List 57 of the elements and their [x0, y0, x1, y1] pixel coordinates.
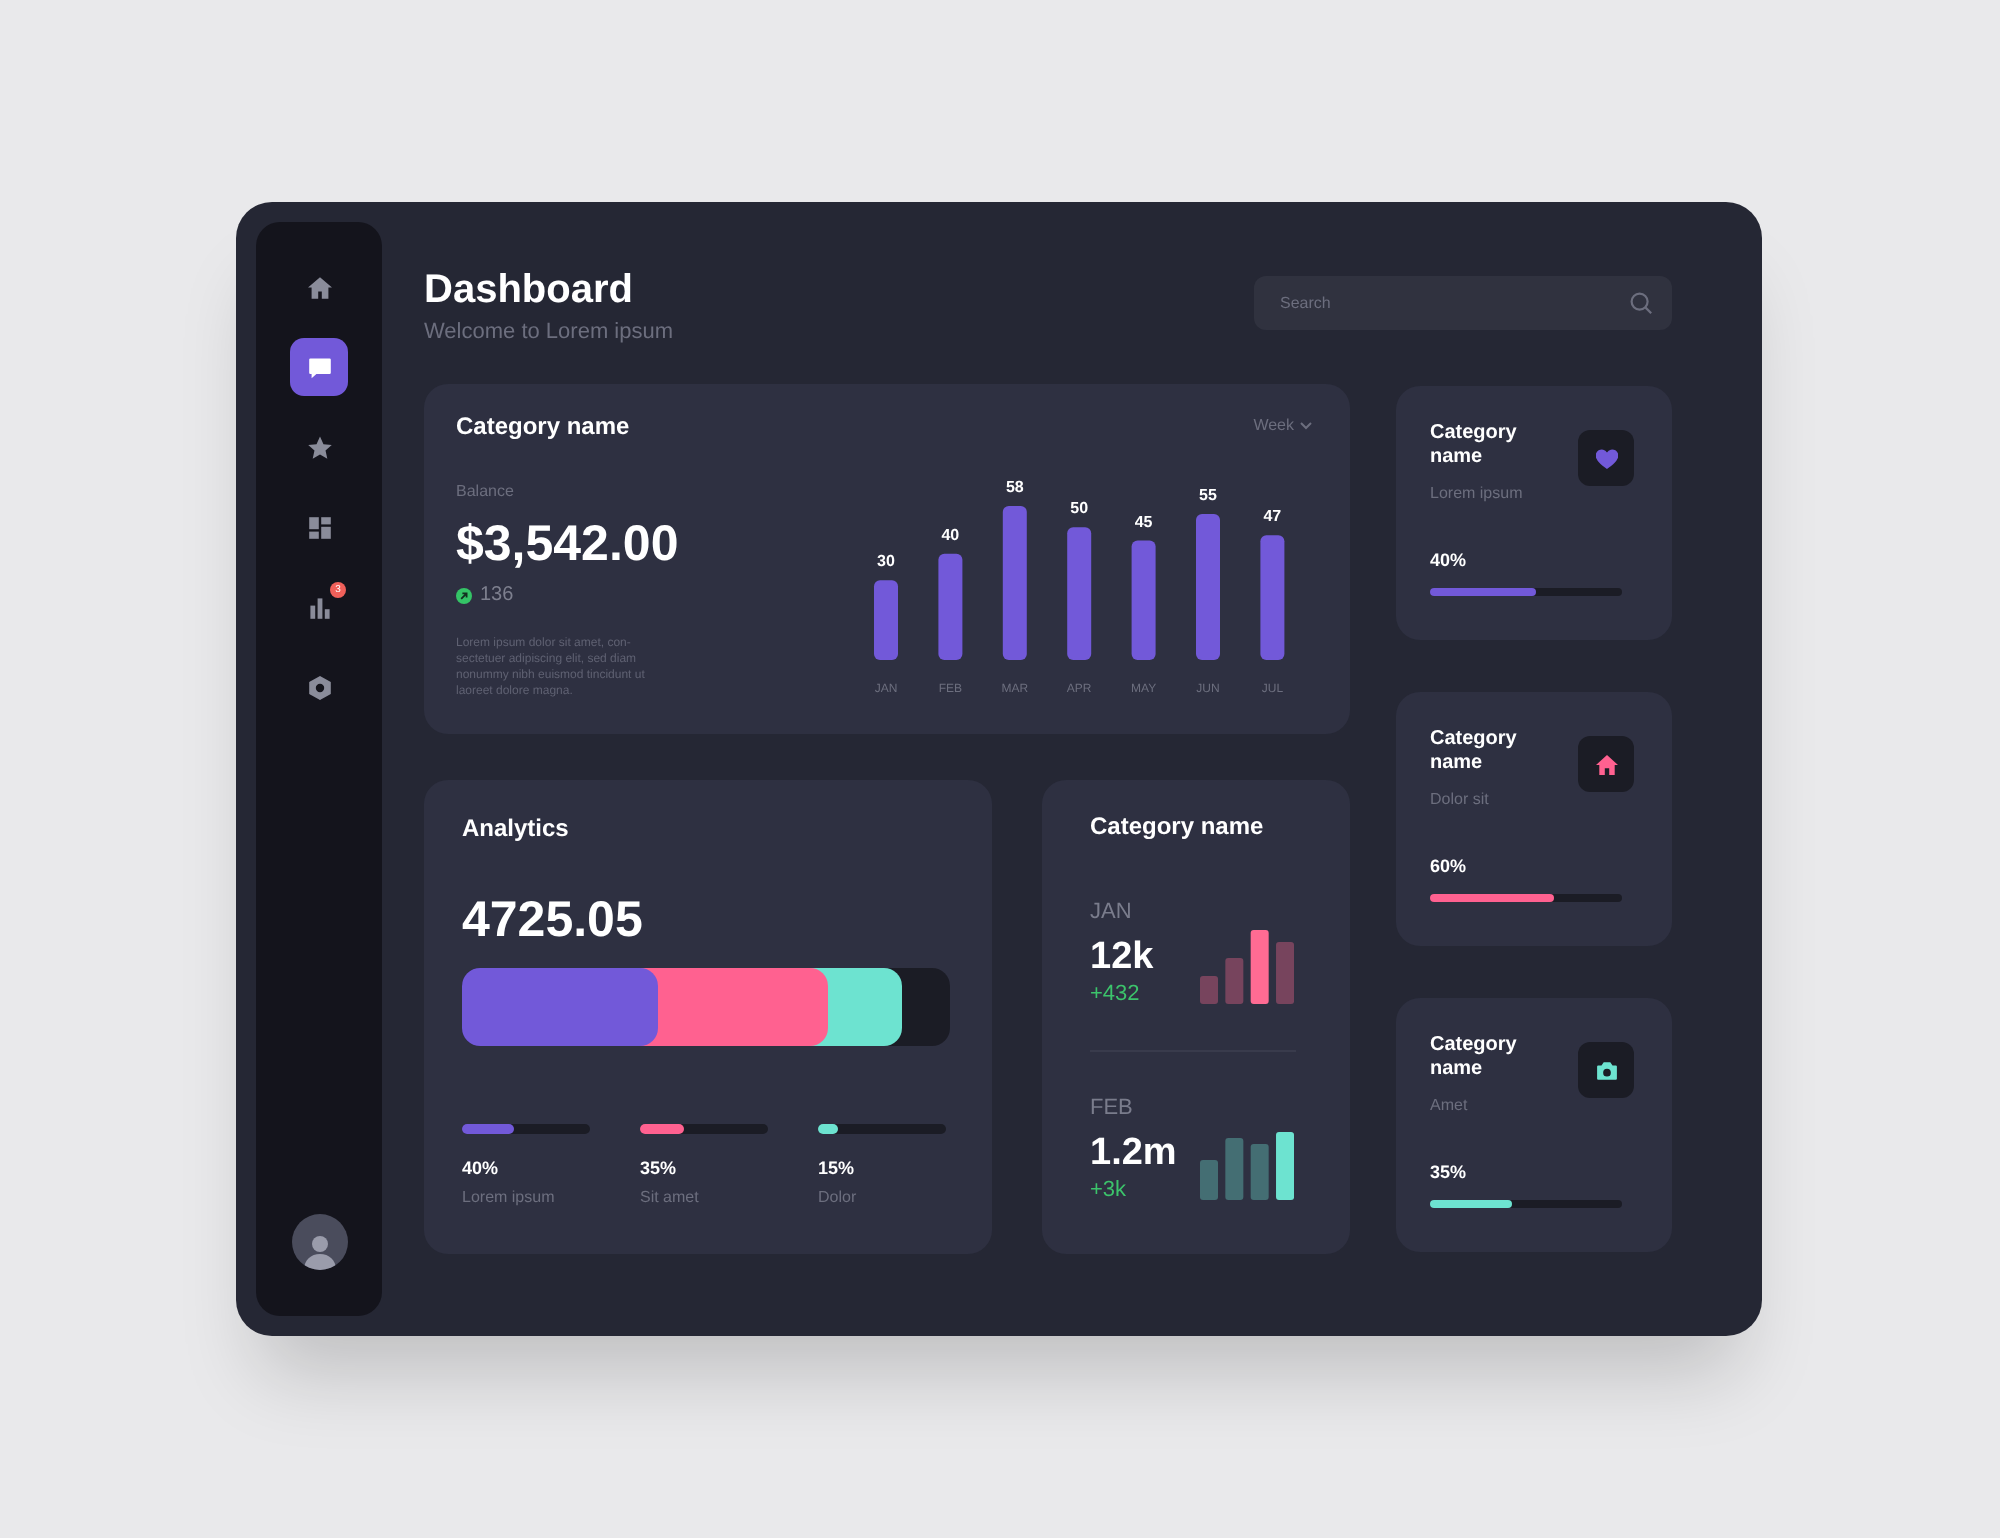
- arrow-up-circle-icon: [456, 588, 472, 604]
- legend-label: Sit amet: [640, 1188, 701, 1208]
- bar-value-label: 40: [941, 525, 960, 544]
- hexagon-icon: [307, 675, 331, 699]
- percent-label: 35%: [1430, 1162, 1469, 1184]
- bar-value-label: 55: [1199, 485, 1217, 504]
- chat-button[interactable]: [290, 338, 348, 396]
- page-title: Dashboard: [424, 266, 635, 314]
- percent-label: 60%: [1430, 856, 1469, 878]
- bar-value-label: 30: [877, 552, 895, 571]
- legend-percent: 35%: [640, 1158, 679, 1180]
- legend-label: Dolor: [818, 1188, 859, 1208]
- period-dropdown[interactable]: Week: [1253, 416, 1312, 436]
- card-title: Category name: [1090, 810, 1266, 842]
- chart-bar: [1260, 535, 1285, 660]
- chat-icon: [307, 355, 331, 379]
- star-icon: [307, 435, 331, 459]
- card-title: Category name: [456, 410, 630, 444]
- month-label: JAN: [1090, 900, 1134, 926]
- change-value: 136: [480, 584, 514, 608]
- balance-amount: $3,542.00: [456, 514, 679, 574]
- card-title: Category name: [1430, 728, 1519, 776]
- chart-bar: [1067, 527, 1092, 660]
- chart-bar: [874, 580, 898, 660]
- bar-value-label: 45: [1134, 512, 1153, 531]
- search-icon: [1630, 292, 1652, 314]
- avatar-icon[interactable]: [291, 1214, 347, 1270]
- search-field[interactable]: Search: [1254, 276, 1672, 330]
- chevron-down-icon: [1300, 422, 1312, 430]
- card-subtitle: Amet: [1430, 1096, 1470, 1116]
- legend-percent: 40%: [462, 1158, 501, 1180]
- month-label: FEB: [1090, 1096, 1135, 1122]
- card-title: Category name: [1430, 422, 1519, 470]
- page-subtitle: Welcome to Lorem ipsum: [424, 318, 674, 346]
- camera-icon: [1578, 1042, 1634, 1098]
- chart-bar: [1131, 540, 1156, 660]
- card-subtitle: Dolor sit: [1430, 790, 1491, 810]
- stat-value: 1.2m: [1090, 1132, 1177, 1176]
- bar-value-label: 50: [1070, 499, 1089, 518]
- stat-value: 12k: [1090, 936, 1154, 980]
- legend-label: Lorem ipsum: [462, 1188, 557, 1208]
- layout-icon: [307, 515, 331, 539]
- card-title: Category name: [1430, 1034, 1519, 1082]
- balance-label: Balance: [456, 482, 514, 502]
- legend-percent: 15%: [818, 1158, 857, 1180]
- card-subtitle: Lorem ipsum: [1430, 484, 1525, 504]
- analytics-total: 4725.05: [462, 890, 645, 950]
- stat-delta: +3k: [1090, 1178, 1129, 1204]
- home-icon: [307, 275, 331, 299]
- stat-delta: +432: [1090, 982, 1142, 1008]
- bar-value-label: 58: [1005, 478, 1024, 496]
- percent-label: 40%: [1430, 550, 1469, 572]
- bar-chart-icon: [307, 595, 331, 619]
- house-icon: [1578, 736, 1634, 792]
- bar-value-label: 47: [1263, 507, 1282, 526]
- card-title: Analytics: [462, 812, 571, 844]
- chart-bar: [938, 553, 963, 660]
